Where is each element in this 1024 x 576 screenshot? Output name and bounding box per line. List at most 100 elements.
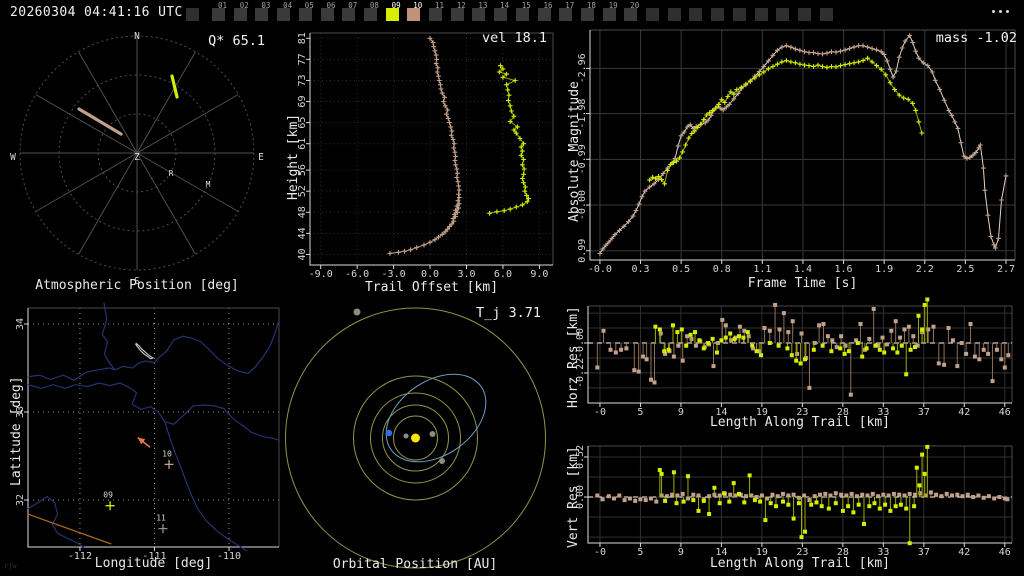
menu-dot xyxy=(999,10,1002,13)
frame-slot-blank[interactable] xyxy=(646,8,659,21)
x-tick-label: 6.0 xyxy=(494,269,512,280)
residual-point xyxy=(728,331,733,336)
series-markers xyxy=(487,63,531,216)
residual-point xyxy=(688,332,693,337)
residual-point xyxy=(770,492,775,497)
residual-point xyxy=(681,499,686,504)
x-tick-label: 5 xyxy=(637,407,643,418)
x-tick-label: -0 xyxy=(594,407,606,418)
residual-point xyxy=(889,328,894,333)
residual-point xyxy=(720,317,725,322)
residual-point xyxy=(742,500,747,505)
residual-point xyxy=(595,493,600,498)
frame-slot-blank[interactable] xyxy=(732,8,746,21)
x-tick-label: 0.8 xyxy=(713,264,731,275)
residual-point xyxy=(946,326,951,330)
residual-point xyxy=(671,470,676,475)
residual-point xyxy=(693,343,698,348)
compass-label-W: W xyxy=(10,152,16,163)
body-sun xyxy=(411,433,420,443)
frame-slot-blank[interactable] xyxy=(186,8,199,21)
y-tick-label: 0.99 xyxy=(577,239,588,263)
y-tick-label: 77 xyxy=(297,53,308,65)
y-tick-label: 48 xyxy=(297,206,308,218)
series-markers xyxy=(387,35,462,256)
residual-point xyxy=(741,335,746,340)
residual-point xyxy=(906,324,911,329)
residual-point xyxy=(717,501,722,506)
orbital-position-caption: Orbital Position [AU] xyxy=(332,557,498,572)
residual-point xyxy=(785,346,790,351)
residual-point xyxy=(658,331,663,336)
residual-point xyxy=(826,506,831,511)
ellipsis-menu-icon[interactable] xyxy=(992,10,1009,13)
river-line xyxy=(158,404,280,441)
residual-point xyxy=(877,347,882,352)
residual-point xyxy=(781,491,785,496)
residual-point xyxy=(595,365,600,370)
residual-point xyxy=(796,501,801,506)
zenith-label: Z xyxy=(134,152,140,163)
residual-point xyxy=(925,444,930,449)
x-tick-label: 1.1 xyxy=(753,264,771,275)
x-tick-label: 3.0 xyxy=(457,269,475,280)
frame-slot-blank[interactable] xyxy=(776,8,790,21)
azimuth-spoke xyxy=(136,51,196,154)
residual-point xyxy=(759,353,763,358)
residual-point xyxy=(834,345,839,350)
frame-slot-blank[interactable] xyxy=(754,8,768,21)
residual-point xyxy=(758,499,763,504)
residual-point xyxy=(959,341,964,345)
body-venus xyxy=(429,431,436,437)
residual-point xyxy=(697,338,702,343)
residual-point xyxy=(907,541,912,546)
azimuth-spoke xyxy=(136,152,239,212)
velocity-value: vel 18.1 xyxy=(481,30,547,46)
frame-slot-blank[interactable] xyxy=(667,8,681,21)
residual-point xyxy=(689,336,694,341)
residual-point xyxy=(608,347,613,352)
atmospheric-position-caption: Atmospheric Position [deg] xyxy=(35,278,239,293)
residual-point xyxy=(862,522,866,526)
residual-point xyxy=(613,350,618,355)
residual-point xyxy=(904,506,909,511)
residual-point xyxy=(986,351,991,356)
azimuth-spoke xyxy=(136,152,196,255)
station-marker-09 xyxy=(105,501,115,511)
residual-point xyxy=(799,331,804,336)
residual-point xyxy=(644,357,649,362)
residual-point xyxy=(898,502,903,507)
residual-point xyxy=(997,495,1002,499)
residual-point xyxy=(776,343,781,348)
residual-point xyxy=(601,328,606,333)
frame-button-label: 07 xyxy=(348,1,358,10)
y-tick-label: 81 xyxy=(297,32,308,44)
light-curve-plot: -0.0 0.3 0.5 0.8 1.1 1.4 1.6 1.9 2.2 2.5 2.7-2.96-… xyxy=(577,29,1016,275)
x-tick-label: -3.0 xyxy=(382,269,406,280)
residual-point xyxy=(747,473,752,478)
spine xyxy=(587,306,1012,404)
residual-point xyxy=(899,343,904,348)
residual-point xyxy=(851,510,856,515)
residual-point xyxy=(913,345,917,350)
residual-point xyxy=(812,341,817,345)
river-line xyxy=(27,495,85,548)
frame-slot-blank[interactable] xyxy=(819,8,833,21)
residual-point xyxy=(902,327,907,332)
q-star-value: Q* 65.1 xyxy=(208,33,265,49)
residual-point xyxy=(893,319,898,324)
residual-point xyxy=(691,498,696,503)
residual-point xyxy=(799,535,804,540)
meteor-trail-station-09 xyxy=(170,74,179,99)
frame-slot-blank[interactable] xyxy=(689,8,703,21)
y-tick-label: 40 xyxy=(297,248,308,260)
residual-point xyxy=(781,499,785,504)
azimuth-spoke xyxy=(136,94,239,154)
latitude-ylabel: Latitude [deg] xyxy=(9,376,24,486)
trajectory-outline xyxy=(135,342,155,360)
frame-slot-blank[interactable] xyxy=(797,8,811,21)
residual-point xyxy=(706,341,711,345)
residual-point xyxy=(657,327,662,332)
residual-point xyxy=(723,323,728,328)
frame-slot-blank[interactable] xyxy=(711,8,725,21)
